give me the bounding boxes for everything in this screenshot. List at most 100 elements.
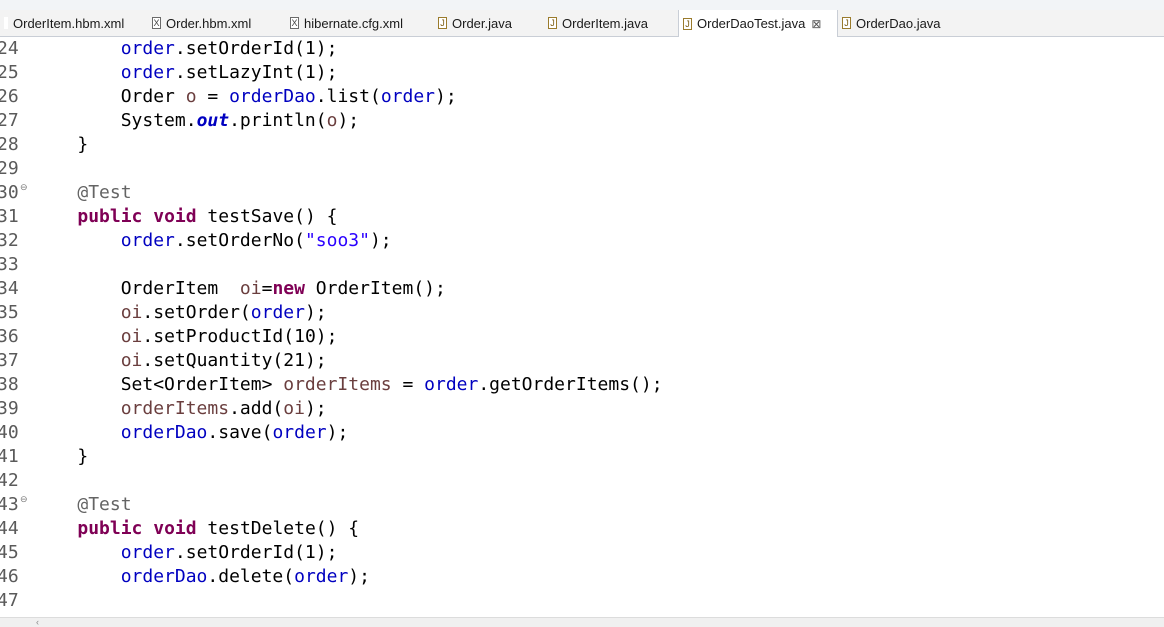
code-line[interactable]: oi.setOrder(order); bbox=[34, 301, 327, 325]
code-line[interactable]: public void testSave() { bbox=[34, 205, 337, 229]
tab-label: OrderDao.java bbox=[856, 15, 941, 31]
code-token: order bbox=[272, 422, 327, 443]
fold-toggle-icon[interactable]: ⊖ bbox=[20, 494, 28, 505]
code-token: oi bbox=[283, 398, 305, 419]
editor-tab-bar: OrderItem.hbm.xml X Order.hbm.xml X hibe… bbox=[0, 10, 1164, 37]
code-line[interactable]: oi.setProductId(10); bbox=[34, 325, 338, 349]
code-token: order bbox=[380, 86, 435, 107]
code-token: = bbox=[391, 374, 425, 395]
code-token: orderItems bbox=[120, 398, 230, 419]
line-number: 46 bbox=[0, 566, 19, 587]
code-line[interactable]: oi.setQuantity(21); bbox=[34, 349, 327, 373]
code-line[interactable]: order.setOrderId(1); bbox=[34, 541, 338, 565]
tab-orderitem-java[interactable]: J OrderItem.java bbox=[544, 10, 676, 36]
xml-file-icon: X bbox=[152, 17, 161, 29]
code-token: .list( bbox=[315, 86, 381, 107]
code-line[interactable]: OrderItem oi=new OrderItem(); bbox=[34, 277, 446, 301]
code-token: testSave() { bbox=[196, 206, 338, 227]
code-token: testDelete() { bbox=[196, 518, 360, 539]
close-tab-icon[interactable]: ⊠ bbox=[811, 17, 821, 31]
code-token: OrderItem(); bbox=[304, 278, 446, 299]
code-token: @Test bbox=[77, 182, 132, 203]
code-token: ); bbox=[369, 230, 392, 251]
code-token: .add( bbox=[229, 398, 284, 419]
line-number: 42 bbox=[0, 470, 19, 491]
line-number: 34 bbox=[0, 278, 19, 299]
code-token: } bbox=[34, 446, 89, 467]
code-line[interactable]: orderDao.save(order); bbox=[34, 421, 349, 445]
code-token: = bbox=[196, 86, 230, 107]
code-token: .getOrderItems(); bbox=[478, 374, 663, 395]
tab-order-hbm-xml[interactable]: X Order.hbm.xml bbox=[148, 10, 284, 36]
tab-order-java[interactable]: J Order.java bbox=[434, 10, 542, 36]
code-token: public bbox=[77, 518, 143, 539]
tab-hibernate-cfg-xml[interactable]: X hibernate.cfg.xml bbox=[286, 10, 432, 36]
code-token: order bbox=[120, 542, 175, 563]
line-number: 36 bbox=[0, 326, 19, 347]
code-line[interactable]: Order o = orderDao.list(order); bbox=[34, 85, 457, 109]
code-token: .setOrderNo( bbox=[174, 230, 305, 251]
code-token: "soo3" bbox=[304, 230, 370, 251]
code-editor[interactable]: 24 25 26 27 28 29 30 ⊖ 31 32 33 34 35 36 37 38 39 40 41 42 4… bbox=[0, 37, 1164, 617]
line-number-gutter: 24 25 26 27 28 29 30 ⊖ 31 32 33 34 35 36 37 38 39 40 41 42 4… bbox=[0, 37, 34, 617]
code-token: order bbox=[120, 230, 175, 251]
code-line[interactable]: order.setOrderId(1); bbox=[34, 37, 338, 61]
xml-file-icon bbox=[4, 17, 8, 29]
code-token: } bbox=[34, 134, 89, 155]
line-number: 24 bbox=[0, 38, 19, 59]
code-token: ); bbox=[435, 86, 457, 107]
line-number: 39 bbox=[0, 398, 19, 419]
code-token: .setOrderId(1); bbox=[174, 542, 338, 563]
code-token: .setOrder( bbox=[142, 302, 251, 323]
code-token: order bbox=[294, 566, 349, 587]
code-line[interactable]: @Test bbox=[34, 181, 132, 205]
code-token: void bbox=[153, 206, 197, 227]
code-token: order bbox=[424, 374, 479, 395]
tab-orderdaotest-java[interactable]: J OrderDaoTest.java ⊠ bbox=[678, 10, 838, 37]
code-line[interactable]: } bbox=[34, 133, 88, 157]
code-token: ); bbox=[337, 110, 360, 131]
code-line[interactable]: System.out.println(o); bbox=[34, 109, 359, 133]
code-token: .setProductId(10); bbox=[142, 326, 338, 347]
tab-orderitem-hbm-xml[interactable]: OrderItem.hbm.xml bbox=[0, 10, 148, 36]
line-number: 31 bbox=[0, 206, 19, 227]
code-line[interactable]: order.setLazyInt(1); bbox=[34, 61, 338, 85]
code-token: oi bbox=[120, 302, 143, 323]
code-line[interactable]: order.setOrderNo("soo3"); bbox=[34, 229, 392, 253]
tab-orderdao-java[interactable]: J OrderDao.java bbox=[838, 10, 958, 36]
code-line[interactable]: @Test bbox=[34, 493, 132, 517]
code-line[interactable]: Set<OrderItem> orderItems = order.getOrd… bbox=[34, 373, 663, 397]
code-token: OrderItem bbox=[34, 278, 240, 299]
fold-toggle-icon[interactable]: ⊖ bbox=[20, 182, 28, 193]
line-number: 45 bbox=[0, 542, 19, 563]
code-line[interactable]: public void testDelete() { bbox=[34, 517, 359, 541]
code-token: .println( bbox=[229, 110, 327, 131]
code-token: orderDao bbox=[120, 566, 208, 587]
tab-label: Order.hbm.xml bbox=[166, 15, 252, 31]
java-file-icon: J bbox=[842, 17, 851, 29]
code-token: order bbox=[120, 62, 175, 83]
code-line[interactable]: orderItems.add(oi); bbox=[34, 397, 327, 421]
code-token: @Test bbox=[77, 494, 132, 515]
line-number: 25 bbox=[0, 62, 19, 83]
code-token: o bbox=[326, 110, 338, 131]
line-number: 44 bbox=[0, 518, 19, 539]
line-number: 26 bbox=[0, 86, 19, 107]
tab-label: Order.java bbox=[452, 15, 512, 31]
xml-file-icon: X bbox=[290, 17, 299, 29]
code-line[interactable]: orderDao.delete(order); bbox=[34, 565, 370, 589]
code-line[interactable]: } bbox=[34, 445, 88, 469]
line-number: 40 bbox=[0, 422, 19, 443]
code-token: ); bbox=[326, 422, 349, 443]
code-token: public bbox=[77, 206, 143, 227]
